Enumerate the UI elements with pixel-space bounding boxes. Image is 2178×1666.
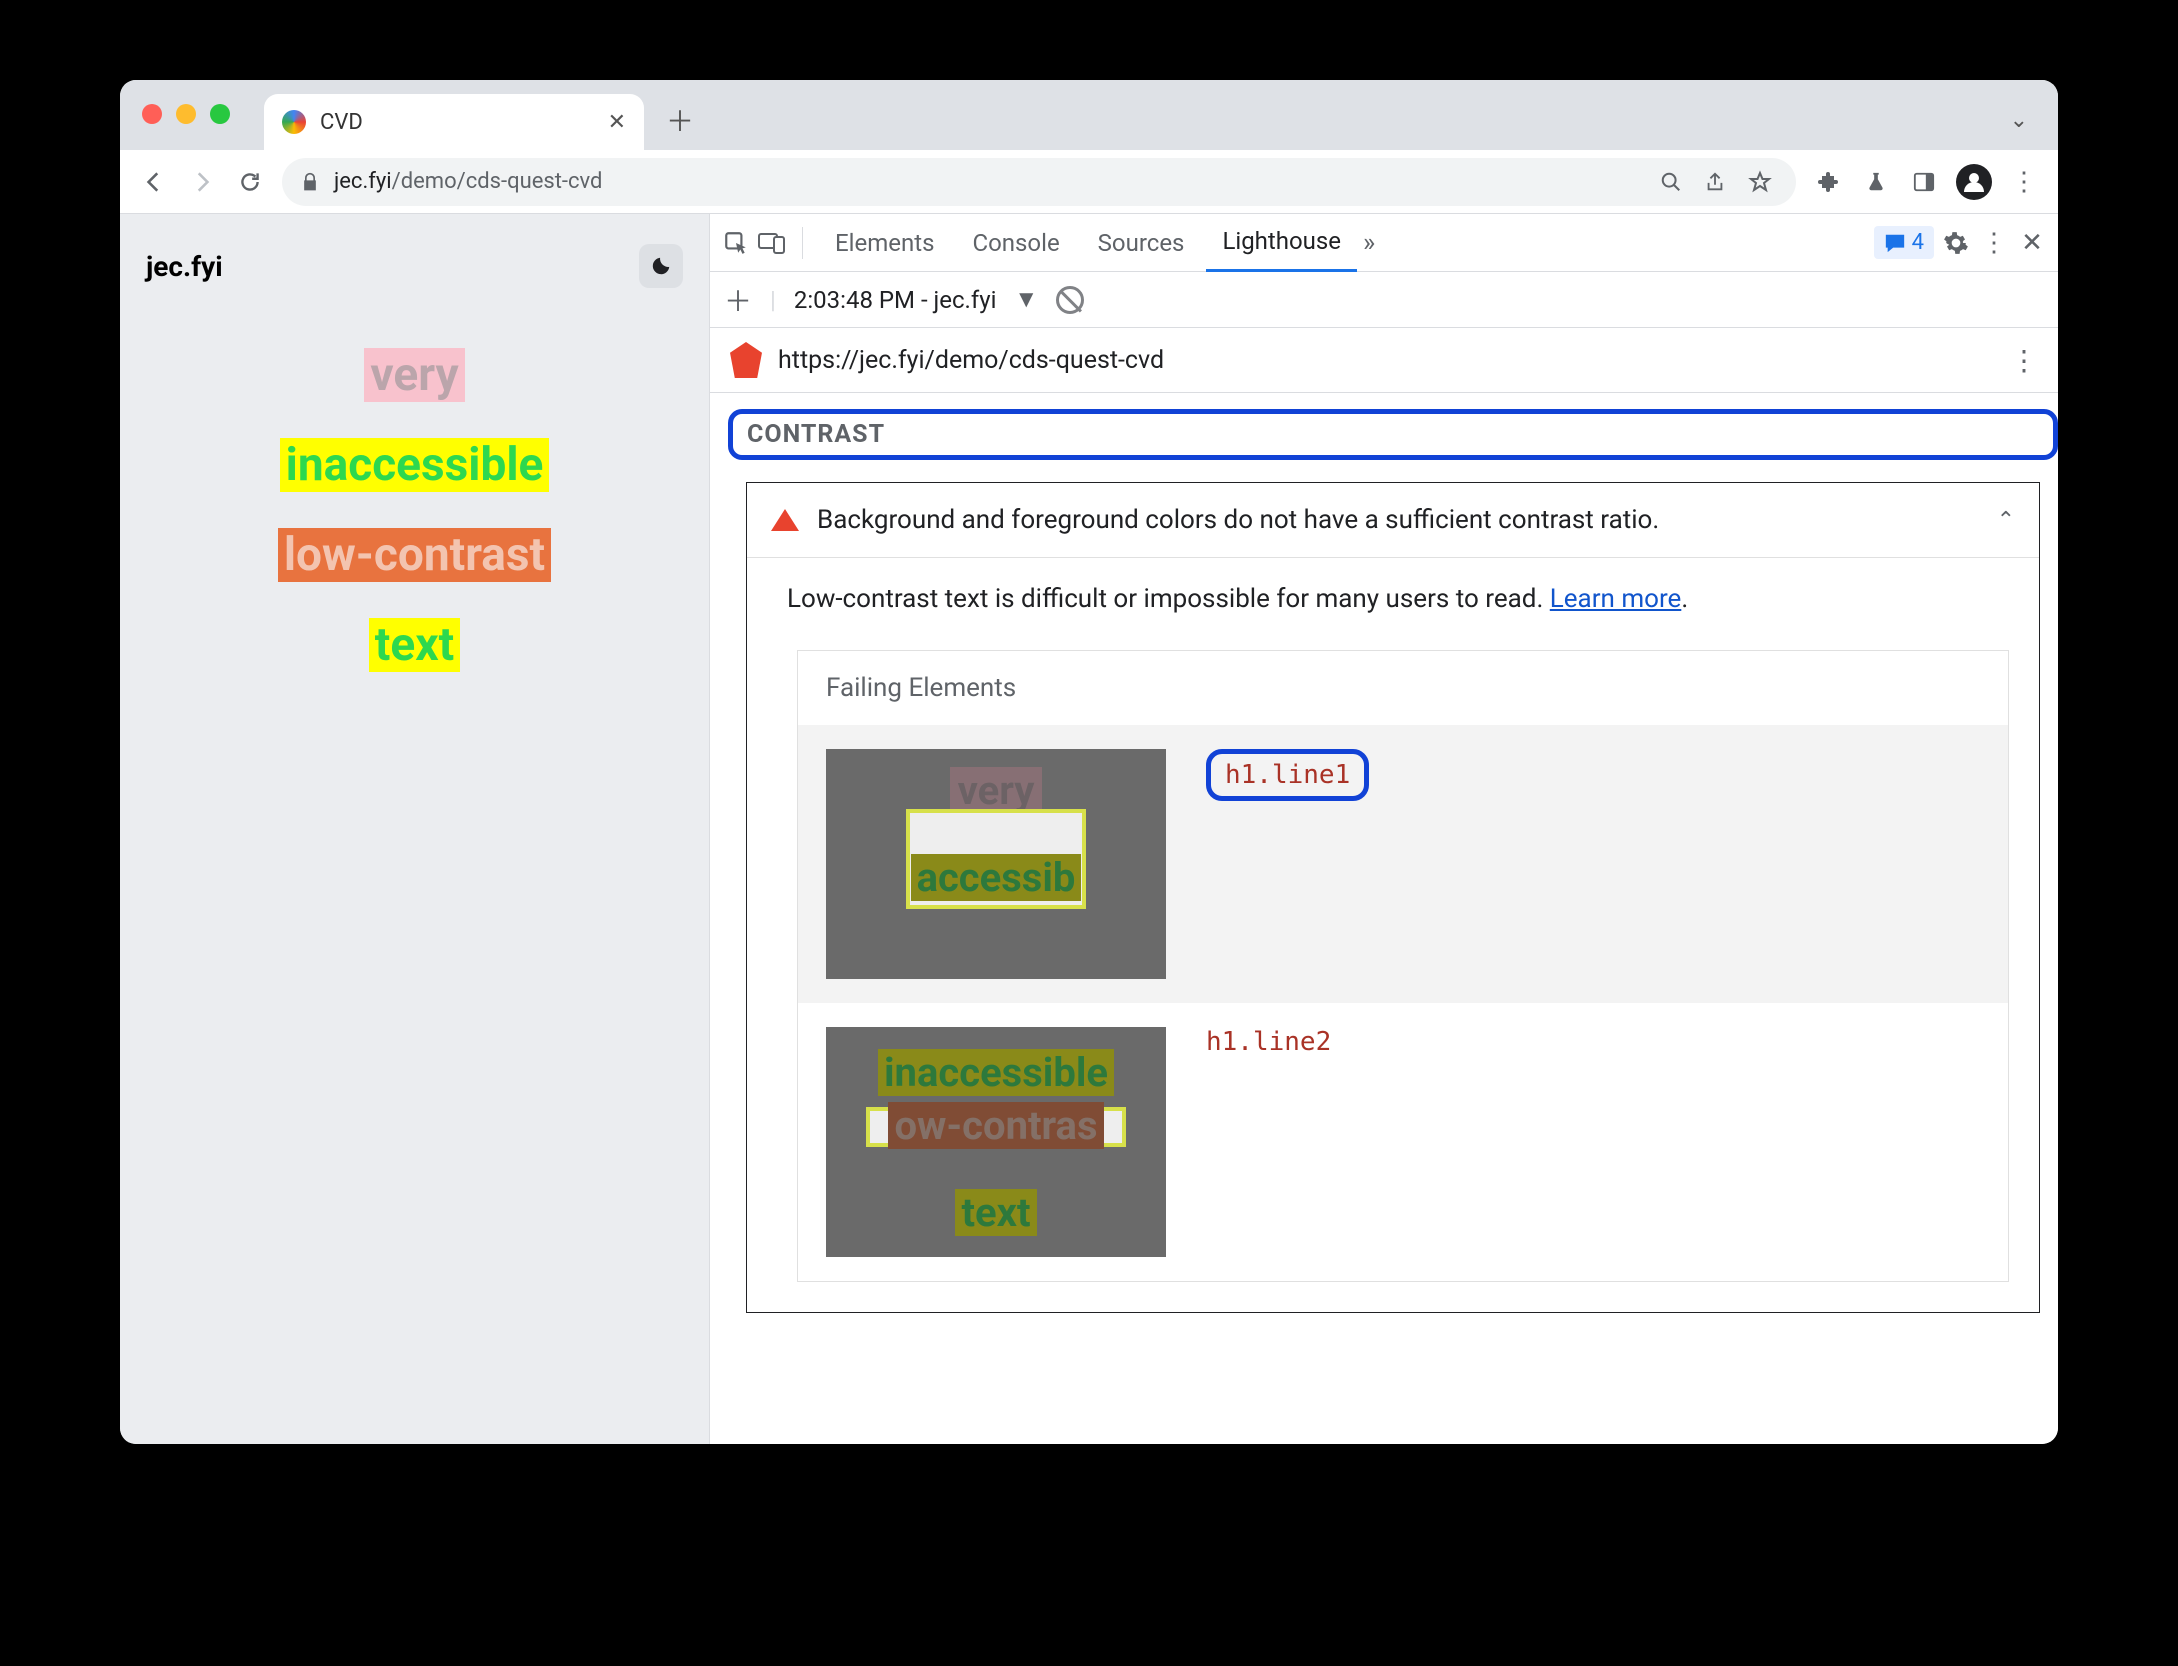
- failing-element-row[interactable]: very accessib h1.line1: [798, 725, 2008, 1003]
- report-menu-button[interactable]: ⋮: [2010, 344, 2038, 377]
- report-select[interactable]: 2:03:48 PM - jec.fyi: [794, 286, 997, 314]
- bookmark-star-icon[interactable]: [1748, 170, 1778, 194]
- lighthouse-report-header: https://jec.fyi/demo/cds-quest-cvd ⋮: [710, 328, 2058, 393]
- url-text: jec.fyi/demo/cds-quest-cvd: [334, 169, 1646, 194]
- tabs-menu-button[interactable]: ⌄: [2010, 108, 2028, 133]
- lighthouse-toolbar: ＋ | 2:03:48 PM - jec.fyi ▼: [710, 272, 2058, 328]
- tab-sources[interactable]: Sources: [1082, 215, 1201, 271]
- rendered-page: jec.fyi very inaccessible low-contrast t…: [120, 214, 710, 1444]
- issues-badge[interactable]: 4: [1874, 226, 1934, 259]
- lock-icon: [300, 171, 320, 193]
- failing-element-row[interactable]: inaccessible ow-contras text h1.line2: [798, 1003, 2008, 1281]
- demo-line-2: inaccessible: [280, 438, 550, 492]
- browser-window: CVD ✕ ＋ ⌄ jec.fyi/demo/cds-quest-cvd: [120, 80, 2058, 1444]
- favicon-icon: [282, 110, 306, 134]
- inspect-element-button[interactable]: [720, 227, 752, 259]
- audit-title: Background and foreground colors do not …: [817, 505, 1659, 535]
- share-icon[interactable]: [1704, 171, 1734, 193]
- demo-content: very inaccessible low-contrast text: [140, 348, 689, 672]
- tab-elements[interactable]: Elements: [819, 215, 950, 271]
- devtools-settings-button[interactable]: [1940, 227, 1972, 259]
- element-thumbnail: very accessib: [826, 749, 1166, 979]
- content-area: jec.fyi very inaccessible low-contrast t…: [120, 214, 2058, 1444]
- new-report-button[interactable]: ＋: [724, 280, 752, 320]
- devtools-panel: Elements Console Sources Lighthouse » 4 …: [710, 214, 2058, 1444]
- new-tab-button[interactable]: ＋: [662, 102, 698, 138]
- element-thumbnail: inaccessible ow-contras text: [826, 1027, 1166, 1257]
- chrome-menu-button[interactable]: ⋮: [2008, 166, 2040, 198]
- failing-elements-box: Failing Elements very accessib h1.line1 …: [797, 650, 2009, 1282]
- element-selector[interactable]: h1.line1: [1206, 749, 1369, 801]
- minimize-window-button[interactable]: [176, 104, 196, 124]
- forward-button[interactable]: [186, 166, 218, 198]
- address-bar[interactable]: jec.fyi/demo/cds-quest-cvd: [282, 158, 1796, 206]
- lighthouse-icon: [730, 342, 762, 378]
- devtools-menu-button[interactable]: ⋮: [1978, 227, 2010, 259]
- reload-button[interactable]: [234, 166, 266, 198]
- search-icon[interactable]: [1660, 171, 1690, 193]
- demo-line-1: very: [364, 348, 464, 402]
- sidepanel-button[interactable]: [1908, 166, 1940, 198]
- browser-toolbar: jec.fyi/demo/cds-quest-cvd ⋮: [120, 150, 2058, 214]
- theme-toggle-button[interactable]: [639, 244, 683, 288]
- profile-avatar[interactable]: [1956, 164, 1992, 200]
- site-title: jec.fyi: [146, 250, 223, 283]
- section-title-contrast: CONTRAST: [728, 409, 2058, 460]
- devtools-close-button[interactable]: ✕: [2016, 227, 2048, 259]
- element-selector[interactable]: h1.line2: [1206, 1027, 1331, 1057]
- back-button[interactable]: [138, 166, 170, 198]
- tab-title: CVD: [320, 110, 594, 135]
- audit-card: Background and foreground colors do not …: [746, 482, 2040, 1313]
- learn-more-link[interactable]: Learn more: [1550, 584, 1682, 614]
- more-tabs-button[interactable]: »: [1363, 228, 1375, 258]
- close-tab-button[interactable]: ✕: [608, 110, 626, 135]
- tab-console[interactable]: Console: [956, 215, 1075, 271]
- failing-elements-title: Failing Elements: [798, 651, 2008, 725]
- clear-report-button[interactable]: [1056, 286, 1084, 314]
- issues-count: 4: [1912, 230, 1924, 255]
- warning-icon: [771, 509, 799, 531]
- tab-strip: CVD ✕ ＋ ⌄: [120, 80, 2058, 150]
- browser-tab[interactable]: CVD ✕: [264, 94, 644, 150]
- demo-line-4: text: [369, 618, 460, 672]
- demo-line-3: low-contrast: [278, 528, 551, 582]
- close-window-button[interactable]: [142, 104, 162, 124]
- audit-description: Low-contrast text is difficult or imposs…: [747, 558, 2039, 640]
- tab-lighthouse[interactable]: Lighthouse: [1206, 213, 1357, 272]
- labs-button[interactable]: [1860, 166, 1892, 198]
- chevron-up-icon: ⌃: [1997, 508, 2015, 533]
- dropdown-icon[interactable]: ▼: [1014, 285, 1038, 314]
- device-toolbar-button[interactable]: [756, 227, 788, 259]
- extensions-button[interactable]: [1812, 166, 1844, 198]
- window-controls: [142, 104, 230, 124]
- devtools-tabbar: Elements Console Sources Lighthouse » 4 …: [710, 214, 2058, 272]
- maximize-window-button[interactable]: [210, 104, 230, 124]
- audit-header[interactable]: Background and foreground colors do not …: [747, 483, 2039, 558]
- report-url: https://jec.fyi/demo/cds-quest-cvd: [778, 346, 1164, 375]
